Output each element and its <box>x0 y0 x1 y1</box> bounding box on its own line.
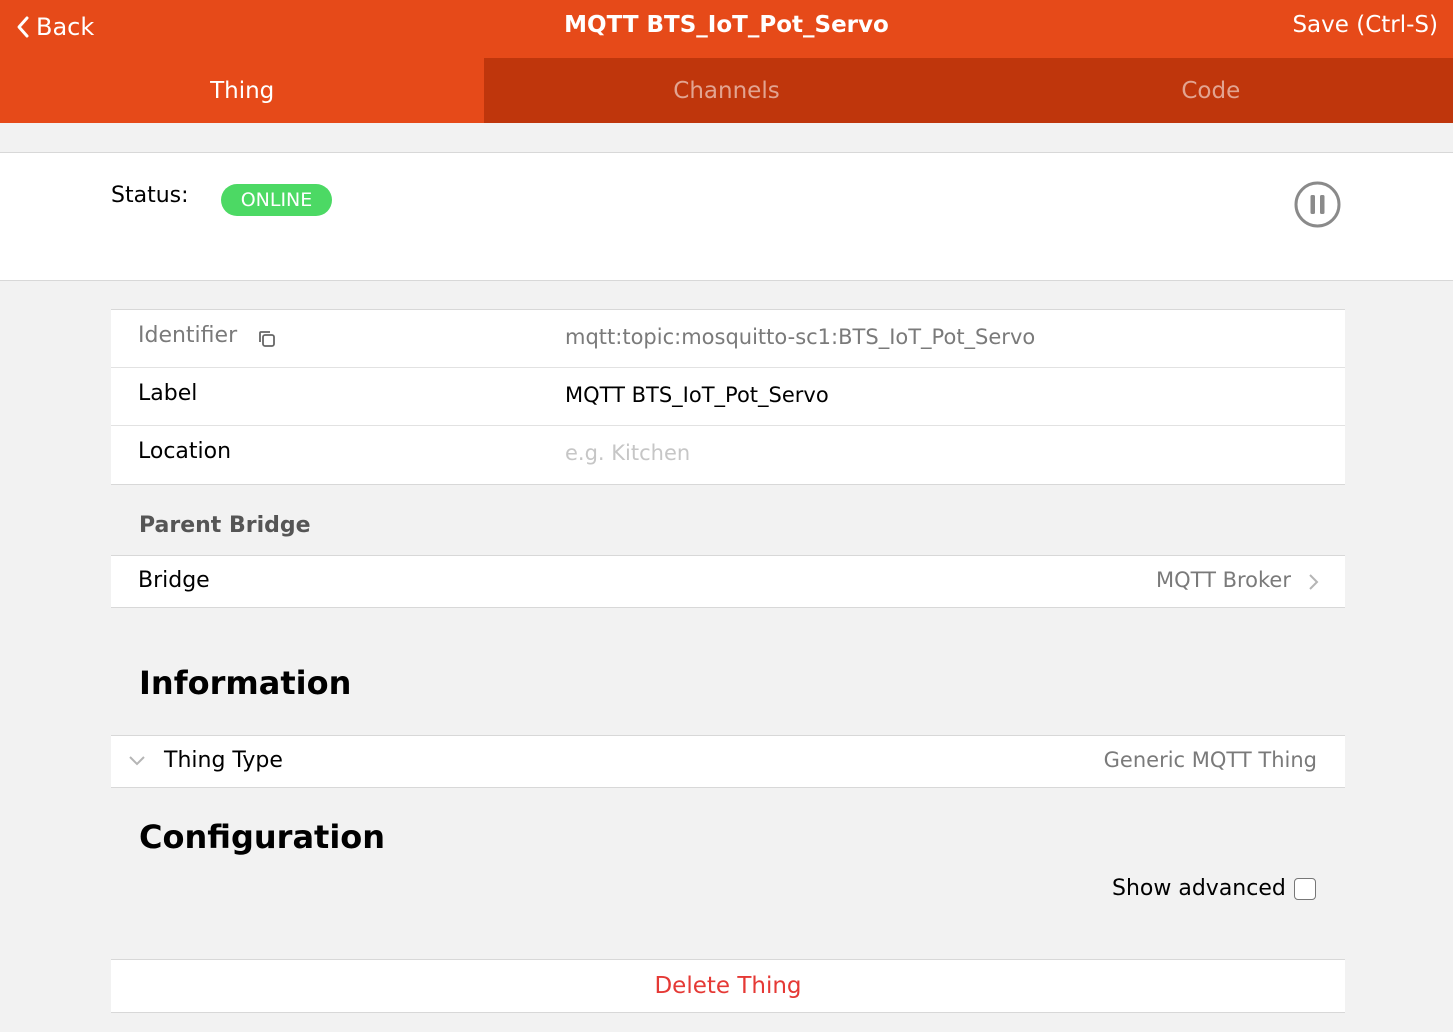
configuration-heading: Configuration <box>139 818 386 856</box>
copy-icon[interactable] <box>257 329 277 349</box>
bridge-value: MQTT Broker <box>1155 568 1291 592</box>
identifier-value: mqtt:topic:mosquitto-sc1:BTS_IoT_Pot_Ser… <box>565 325 1036 349</box>
save-button[interactable]: Save (Ctrl-S) <box>1292 12 1438 38</box>
thing-type-label: Thing Type <box>164 748 283 773</box>
chevron-left-icon <box>17 16 29 38</box>
tab-code[interactable]: Code <box>969 58 1453 123</box>
status-badge: ONLINE <box>221 184 332 216</box>
thing-type-value: Generic MQTT Thing <box>1103 748 1317 772</box>
tab-thing[interactable]: Thing <box>0 58 485 123</box>
delete-thing-button[interactable]: Delete Thing <box>111 959 1345 1013</box>
thing-properties-list: Identifier mqtt:topic:mosquitto-sc1:BTS_… <box>111 309 1345 485</box>
parent-bridge-heading: Parent Bridge <box>139 513 311 538</box>
location-input[interactable]: e.g. Kitchen <box>565 441 690 465</box>
show-advanced-checkbox[interactable] <box>1293 877 1316 900</box>
chevron-down-icon <box>129 756 145 766</box>
page-title: MQTT BTS_IoT_Pot_Servo <box>564 12 889 38</box>
bridge-list: Bridge MQTT Broker <box>111 555 1345 608</box>
back-button[interactable]: Back <box>16 10 94 44</box>
tab-bar: Thing Channels Code <box>0 58 1453 123</box>
tab-channels[interactable]: Channels <box>484 58 968 123</box>
location-row: Location e.g. Kitchen <box>111 426 1345 484</box>
thing-type-row[interactable]: Thing Type Generic MQTT Thing <box>111 736 1345 787</box>
identifier-row: Identifier mqtt:topic:mosquitto-sc1:BTS_… <box>111 310 1345 368</box>
information-list: Thing Type Generic MQTT Thing <box>111 735 1345 788</box>
bridge-row[interactable]: Bridge MQTT Broker <box>111 556 1345 607</box>
chevron-right-icon <box>1309 574 1319 590</box>
identifier-label: Identifier <box>138 323 238 348</box>
label-row: Label MQTT BTS_IoT_Pot_Servo <box>111 368 1345 426</box>
label-input[interactable]: MQTT BTS_IoT_Pot_Servo <box>565 383 829 407</box>
navbar: Back MQTT BTS_IoT_Pot_Servo Save (Ctrl-S… <box>0 0 1453 58</box>
pause-icon[interactable] <box>1294 181 1341 228</box>
show-advanced-label: Show advanced <box>1112 876 1286 901</box>
status-card: Status: ONLINE <box>0 152 1453 281</box>
label-label: Label <box>138 381 198 406</box>
status-label: Status: <box>111 183 189 208</box>
location-label: Location <box>138 439 232 464</box>
bridge-label: Bridge <box>138 568 210 593</box>
show-advanced-toggle: Show advanced <box>1112 876 1316 901</box>
information-heading: Information <box>139 664 352 702</box>
back-label: Back <box>36 13 95 41</box>
